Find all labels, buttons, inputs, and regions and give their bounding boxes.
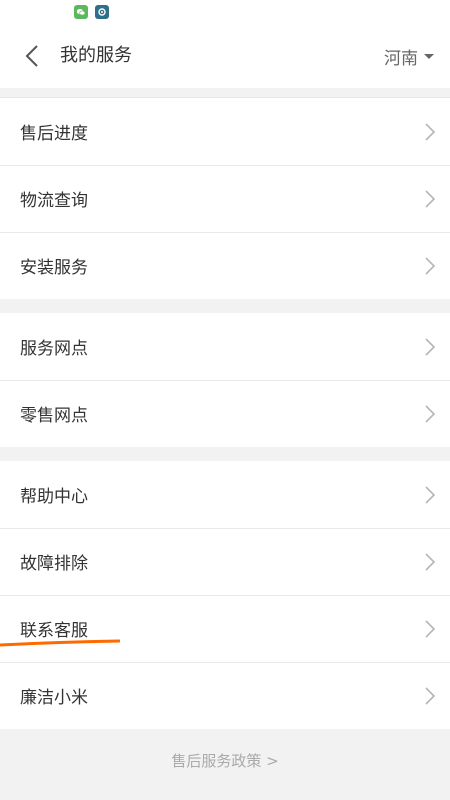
- region-dropdown[interactable]: 河南: [384, 42, 434, 70]
- chevron-right-icon: [424, 404, 436, 424]
- menu-item-help-center[interactable]: 帮助中心: [0, 461, 450, 528]
- page-title: 我的服务: [60, 45, 132, 66]
- chevron-right-icon: [424, 686, 436, 706]
- caret-down-icon: [424, 53, 434, 59]
- chevron-right-icon: [424, 552, 436, 572]
- chevron-right-icon: [424, 256, 436, 276]
- menu-item-label: 售后进度: [20, 124, 88, 144]
- menu-group-outlets: 服务网点 零售网点: [0, 313, 450, 447]
- menu-item-logistics[interactable]: 物流查询: [0, 165, 450, 232]
- menu-item-retail-outlets[interactable]: 零售网点: [0, 380, 450, 447]
- back-button[interactable]: [14, 38, 50, 74]
- menu-item-label: 零售网点: [20, 406, 88, 426]
- chevron-right-icon: [424, 619, 436, 639]
- after-sales-policy-link[interactable]: 售后服务政策 >: [0, 750, 450, 771]
- chevron-left-icon: [25, 45, 38, 67]
- menu-item-label: 联系客服: [20, 621, 88, 641]
- menu-item-label: 物流查询: [20, 191, 88, 211]
- menu-group-orders: 售后进度 物流查询 安装服务: [0, 97, 450, 299]
- menu-item-service-outlets[interactable]: 服务网点: [0, 313, 450, 380]
- menu-item-after-sales-progress[interactable]: 售后进度: [0, 98, 450, 165]
- menu-item-integrity-xiaomi[interactable]: 廉洁小米: [0, 662, 450, 729]
- menu-item-label: 服务网点: [20, 339, 88, 359]
- menu-item-installation[interactable]: 安装服务: [0, 232, 450, 299]
- menu-item-label: 帮助中心: [20, 487, 88, 507]
- menu-item-label: 安装服务: [20, 258, 88, 278]
- chevron-right-icon: [424, 189, 436, 209]
- menu-item-contact-support[interactable]: 联系客服: [0, 595, 450, 662]
- menu-item-label: 廉洁小米: [20, 688, 88, 708]
- menu-item-label: 故障排除: [20, 554, 88, 574]
- status-bar: [0, 0, 450, 24]
- nav-bar: 我的服务 河南: [0, 24, 450, 88]
- wechat-icon: [74, 5, 88, 19]
- menu-group-support: 帮助中心 故障排除 联系客服 廉洁小米: [0, 461, 450, 729]
- chevron-right-icon: [424, 122, 436, 142]
- region-label: 河南: [384, 48, 418, 69]
- menu-item-troubleshooting[interactable]: 故障排除: [0, 528, 450, 595]
- app-notification-icon: [95, 5, 109, 19]
- chevron-right-icon: [424, 485, 436, 505]
- chevron-right-icon: [424, 337, 436, 357]
